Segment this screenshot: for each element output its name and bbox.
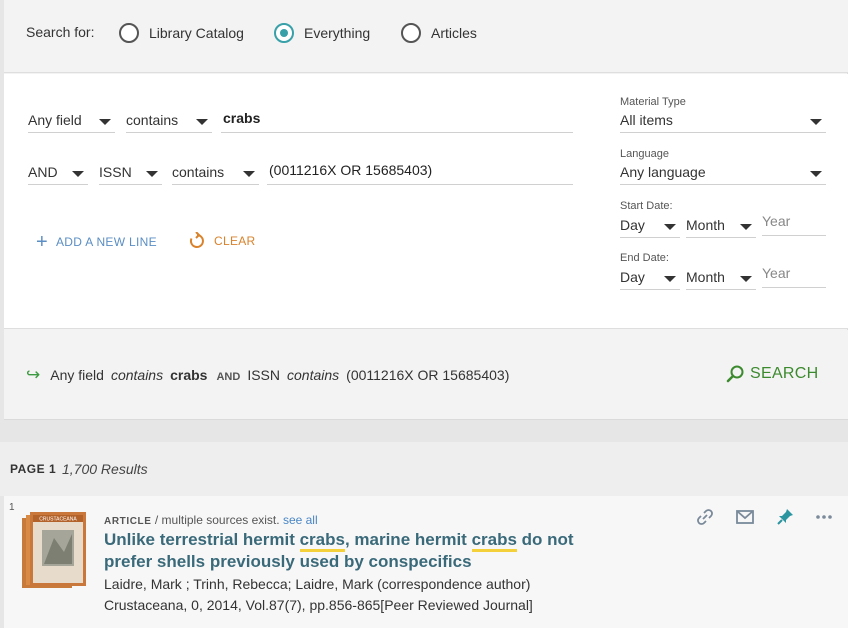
- start-date-label: Start Date:: [620, 200, 673, 212]
- result-authors: Laidre, Mark ; Trinh, Rebecca; Laidre, M…: [104, 576, 531, 592]
- operator-select-line1[interactable]: contains: [126, 109, 212, 133]
- chevron-down-icon: [664, 276, 676, 282]
- start-year-input[interactable]: Year: [762, 212, 826, 236]
- chevron-down-icon: [810, 119, 822, 125]
- field-select-line2[interactable]: ISSN: [99, 161, 162, 185]
- field-select-line1[interactable]: Any field: [28, 109, 115, 133]
- see-all-link[interactable]: see all: [283, 513, 318, 527]
- scope-articles[interactable]: Articles: [401, 22, 477, 44]
- end-day-select[interactable]: Day: [620, 266, 680, 290]
- page-number: PAGE 1: [10, 462, 57, 476]
- start-month-select[interactable]: Month: [686, 214, 756, 238]
- query-summary-bar: ↪ Any field contains crabs AND ISSN cont…: [4, 330, 848, 420]
- material-type-label: Material Type: [620, 96, 686, 108]
- scope-everything[interactable]: Everything: [274, 22, 370, 44]
- chevron-down-icon: [664, 224, 676, 230]
- chevron-down-icon: [99, 119, 111, 125]
- more-icon[interactable]: [813, 506, 835, 528]
- query-form: Any field contains crabs AND ISSN contai…: [4, 74, 848, 329]
- radio-button-checked[interactable]: [274, 23, 294, 43]
- document-type: ARTICLE / multiple sources exist. see al…: [104, 513, 318, 527]
- chevron-down-icon: [146, 171, 158, 177]
- arrow-return-icon: ↪: [26, 365, 41, 384]
- radio-button[interactable]: [119, 23, 139, 43]
- scope-label: Library Catalog: [149, 25, 244, 41]
- material-type-select[interactable]: All items: [620, 109, 826, 133]
- chevron-down-icon: [810, 171, 822, 177]
- advanced-search-panel: Search for: Library Catalog Everything A…: [4, 0, 848, 420]
- chevron-down-icon: [740, 276, 752, 282]
- end-year-input[interactable]: Year: [762, 264, 826, 288]
- chevron-down-icon: [196, 119, 208, 125]
- language-select[interactable]: Any language: [620, 161, 826, 185]
- result-item[interactable]: 1 CRUSTACEANA ARTICLE / multiple sources…: [4, 496, 848, 628]
- scope-library-catalog[interactable]: Library Catalog: [119, 22, 244, 44]
- operator-select-line2[interactable]: contains: [172, 161, 259, 185]
- add-new-line-button[interactable]: + ADD A NEW LINE: [36, 232, 157, 252]
- link-icon[interactable]: [694, 506, 716, 528]
- search-button[interactable]: SEARCH: [726, 365, 818, 383]
- results-header: PAGE 1 1,700 Results: [0, 442, 848, 496]
- reset-icon: [189, 232, 204, 248]
- query-input-line2[interactable]: (0011216X OR 15685403): [267, 161, 573, 185]
- query-input-line1[interactable]: crabs: [221, 109, 573, 133]
- result-title-link[interactable]: Unlike terrestrial hermit crabs, marine …: [104, 529, 614, 573]
- query-summary: ↪ Any field contains crabs AND ISSN cont…: [26, 365, 510, 384]
- chevron-down-icon: [243, 171, 255, 177]
- result-count: 1,700 Results: [62, 461, 148, 477]
- search-for-label: Search for:: [26, 24, 95, 40]
- end-month-select[interactable]: Month: [686, 266, 756, 290]
- search-scope-bar: Search for: Library Catalog Everything A…: [4, 0, 848, 73]
- clear-button[interactable]: CLEAR: [188, 232, 256, 250]
- start-day-select[interactable]: Day: [620, 214, 680, 238]
- boolean-select-line2[interactable]: AND: [28, 161, 88, 185]
- language-label: Language: [620, 148, 669, 160]
- chevron-down-icon: [72, 171, 84, 177]
- end-date-label: End Date:: [620, 252, 669, 264]
- result-number: 1: [9, 502, 15, 513]
- thumb-title: CRUSTACEANA: [39, 517, 77, 523]
- result-source: Crustaceana, 0, 2014, Vol.87(7), pp.856-…: [104, 597, 533, 613]
- scope-label: Everything: [304, 25, 371, 41]
- journal-cover-thumbnail[interactable]: CRUSTACEANA: [20, 510, 90, 590]
- search-icon: [726, 365, 744, 383]
- plus-icon: +: [36, 231, 48, 253]
- scope-label: Articles: [431, 25, 477, 41]
- chevron-down-icon: [740, 224, 752, 230]
- email-icon[interactable]: [734, 506, 756, 528]
- pin-icon[interactable]: [774, 506, 796, 528]
- radio-button[interactable]: [401, 23, 421, 43]
